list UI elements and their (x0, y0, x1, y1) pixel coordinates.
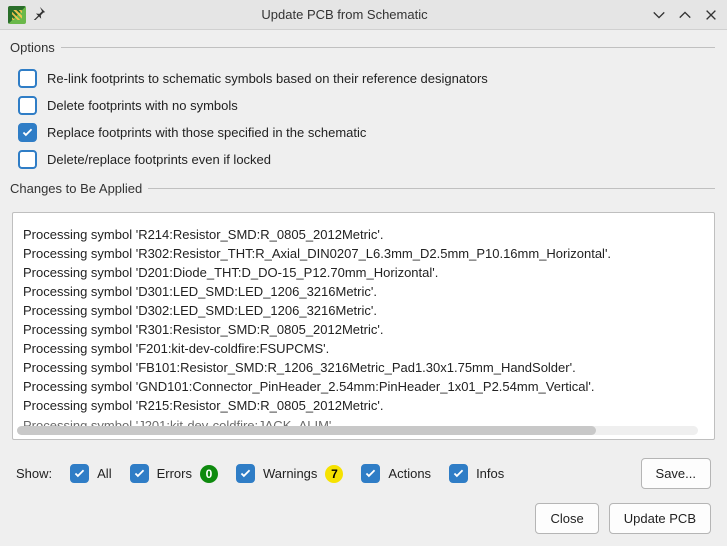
options-group: Options Re-link footprints to schematic … (12, 40, 715, 173)
filter-all[interactable]: All (70, 464, 111, 483)
option-label: Delete footprints with no symbols (47, 98, 238, 113)
log-line: Processing symbol 'GND101:Connector_PinH… (23, 377, 704, 396)
pin-icon[interactable] (32, 6, 48, 23)
filter-label: All (97, 466, 111, 481)
filter-row: Show: All Errors 0 Warnings 7 Actions In… (12, 448, 715, 495)
filter-label: Warnings (263, 466, 317, 481)
checkbox[interactable] (70, 464, 89, 483)
checkbox[interactable] (236, 464, 255, 483)
footer-buttons: Close Update PCB (12, 495, 715, 534)
update-pcb-button[interactable]: Update PCB (609, 503, 711, 534)
close-icon[interactable] (703, 8, 719, 22)
log-output[interactable]: Processing symbol 'R214:Resistor_SMD:R_0… (12, 212, 715, 440)
dialog-content: Options Re-link footprints to schematic … (0, 30, 727, 546)
log-line: Processing symbol 'D201:Diode_THT:D_DO-1… (23, 263, 704, 282)
log-line: Processing symbol 'FB101:Resistor_SMD:R_… (23, 358, 704, 377)
option-delete-replace-locked[interactable]: Delete/replace footprints even if locked (12, 146, 715, 173)
save-button[interactable]: Save... (641, 458, 711, 489)
checkbox[interactable] (18, 96, 37, 115)
warnings-count-badge: 7 (325, 465, 343, 483)
checkbox[interactable] (361, 464, 380, 483)
changes-legend: Changes to Be Applied (10, 181, 148, 196)
checkbox[interactable] (18, 150, 37, 169)
close-button[interactable]: Close (535, 503, 598, 534)
checkbox[interactable] (18, 69, 37, 88)
option-replace-footprints[interactable]: Replace footprints with those specified … (12, 119, 715, 146)
filter-label: Actions (388, 466, 431, 481)
log-line: Processing symbol 'R301:Resistor_SMD:R_0… (23, 320, 704, 339)
filter-warnings[interactable]: Warnings 7 (236, 464, 343, 483)
log-line: Processing symbol 'D301:LED_SMD:LED_1206… (23, 282, 704, 301)
checkbox[interactable] (18, 123, 37, 142)
option-label: Re-link footprints to schematic symbols … (47, 71, 488, 86)
scrollbar-thumb[interactable] (17, 426, 596, 435)
filter-label: Errors (157, 466, 192, 481)
minimize-icon[interactable] (651, 8, 667, 22)
show-label: Show: (16, 466, 52, 481)
log-line: Processing symbol 'D302:LED_SMD:LED_1206… (23, 301, 704, 320)
titlebar: Update PCB from Schematic (0, 0, 727, 30)
changes-group: Changes to Be Applied Processing symbol … (12, 181, 715, 440)
log-line: Processing symbol 'R302:Resistor_THT:R_A… (23, 244, 704, 263)
options-legend: Options (10, 40, 61, 55)
filter-actions[interactable]: Actions (361, 464, 431, 483)
maximize-icon[interactable] (677, 8, 693, 22)
horizontal-scrollbar[interactable] (17, 426, 698, 435)
app-icon (8, 6, 26, 24)
filter-label: Infos (476, 466, 504, 481)
checkbox[interactable] (130, 464, 149, 483)
option-delete-no-symbol[interactable]: Delete footprints with no symbols (12, 92, 715, 119)
option-label: Delete/replace footprints even if locked (47, 152, 271, 167)
window-title: Update PCB from Schematic (48, 7, 641, 22)
filter-infos[interactable]: Infos (449, 464, 504, 483)
option-label: Replace footprints with those specified … (47, 125, 366, 140)
log-line: Processing symbol 'R215:Resistor_SMD:R_0… (23, 396, 704, 415)
log-line: Processing symbol 'F201:kit-dev-coldfire… (23, 339, 704, 358)
log-line: Processing symbol 'R214:Resistor_SMD:R_0… (23, 225, 704, 244)
log-output-inner: Processing symbol 'R214:Resistor_SMD:R_0… (13, 213, 714, 439)
filter-errors[interactable]: Errors 0 (130, 464, 218, 483)
errors-count-badge: 0 (200, 465, 218, 483)
checkbox[interactable] (449, 464, 468, 483)
option-relink[interactable]: Re-link footprints to schematic symbols … (12, 65, 715, 92)
